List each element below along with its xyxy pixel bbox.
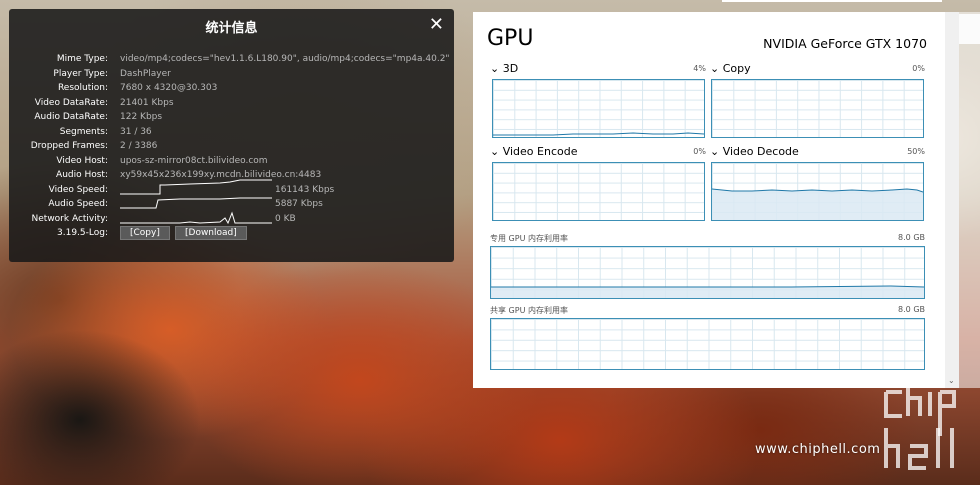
stats-title: 统计信息 [205,21,258,36]
graph-shared-memory [490,318,925,370]
stats-value: 122 Kbps [120,112,163,122]
stats-row-mime-type: Mime Type: video/mp4;codecs="hev1.1.6.L1… [9,54,454,69]
stats-key: Player Type: [53,68,108,79]
graph-video-decode-area [712,188,923,220]
chevron-down-icon: ⌄ [490,62,500,75]
stats-value: 31 / 36 [120,126,152,137]
stats-value: 2 / 3386 [120,141,158,151]
stats-row-video-host: Video Host: upos-sz-mirror08ct.bilivideo… [9,156,454,171]
stats-row-segments: Segments: 31 / 36 [9,127,454,142]
chevron-down-icon: ⌄ [710,145,720,158]
stats-rows: Mime Type: video/mp4;codecs="hev1.1.6.L1… [9,54,454,243]
graph-copy [711,79,924,138]
engine-video-encode[interactable]: ⌄ Video Encode 0% [490,145,706,158]
scrollbar[interactable]: ⌄ [945,12,959,388]
stats-value: 161143 Kbps [275,184,335,195]
stats-key: Dropped Frames: [30,141,108,151]
shared-memory-max: 8.0 GB [898,305,925,314]
gpu-performance-panel: GPU NVIDIA GeForce GTX 1070 ⌄ 3D 4% ⌄ Co… [473,12,945,388]
stats-value: upos-sz-mirror08ct.bilivideo.com [120,155,268,166]
chevron-down-icon: ⌄ [710,62,720,75]
stats-row-audio-datarate: Audio DataRate: 122 Kbps [9,112,454,127]
engine-label: ⌄ Copy [710,62,751,75]
stats-key: Network Activity: [31,213,108,224]
stats-key: Video Host: [56,155,108,166]
stats-value: DashPlayer [120,68,171,79]
graph-dedicated-memory [490,246,925,299]
engine-copy[interactable]: ⌄ Copy 0% [710,62,925,75]
stats-key: Video DataRate: [34,97,108,108]
network-activity-sparkline [120,210,272,224]
copy-log-button[interactable]: [Copy] [120,226,170,240]
watermark-text: www.chiphell.com [755,442,881,457]
engine-label: ⌄ Video Encode [490,145,578,158]
engine-percent: 0% [912,64,925,73]
stats-value: 7680 x 4320@30.303 [120,83,218,93]
engine-percent: 4% [693,64,706,73]
engine-percent: 0% [693,147,706,156]
gpu-header: GPU [487,26,534,51]
graph-3d [492,79,705,138]
shared-memory-label: 共享 GPU 内存利用率 [490,306,568,315]
engine-3d[interactable]: ⌄ 3D 4% [490,62,706,75]
window-edge [959,12,980,388]
stats-row-video-datarate: Video DataRate: 21401 Kbps [9,98,454,113]
engine-label: ⌄ 3D [490,62,519,75]
stats-key: Resolution: [57,83,108,93]
graph-dedicated-memory-area [491,285,924,298]
stats-overlay: 统计信息 ✕ Mime Type: video/mp4;codecs="hev1… [9,9,454,262]
stats-key: Audio Speed: [48,199,108,209]
stats-value: 5887 Kbps [275,199,323,209]
chiphell-logo [884,378,956,470]
engine-video-decode[interactable]: ⌄ Video Decode 50% [710,145,925,158]
stats-row-resolution: Resolution: 7680 x 4320@30.303 [9,83,454,98]
stats-value: 0 KB [275,213,296,224]
stats-key: 3.19.5-Log: [57,228,108,238]
stats-value: 21401 Kbps [120,97,174,108]
download-log-button[interactable]: [Download] [175,226,247,240]
graph-video-encode [492,162,705,221]
stats-key: Mime Type: [56,54,108,64]
stats-row-dropped-frames: Dropped Frames: 2 / 3386 [9,141,454,156]
stats-key: Video Speed: [48,184,108,195]
graph-3d-line [493,132,704,136]
stats-row-log: 3.19.5-Log: [Copy] [Download] [9,226,454,243]
chevron-down-icon: ⌄ [490,145,500,158]
stats-key: Audio DataRate: [34,112,108,122]
top-edge-bar [722,0,942,2]
engine-percent: 50% [907,147,925,156]
dedicated-memory-max: 8.0 GB [898,233,925,242]
gpu-model-name: NVIDIA GeForce GTX 1070 [763,36,927,51]
dedicated-memory-label: 专用 GPU 内存利用率 [490,234,568,243]
stats-key: Segments: [59,126,108,137]
graph-video-decode [711,162,924,221]
stats-key: Audio Host: [56,170,108,180]
close-icon[interactable]: ✕ [429,14,444,35]
engine-label: ⌄ Video Decode [710,145,799,158]
stats-value: video/mp4;codecs="hev1.1.6.L180.90", aud… [120,54,450,64]
stats-row-player-type: Player Type: DashPlayer [9,69,454,84]
